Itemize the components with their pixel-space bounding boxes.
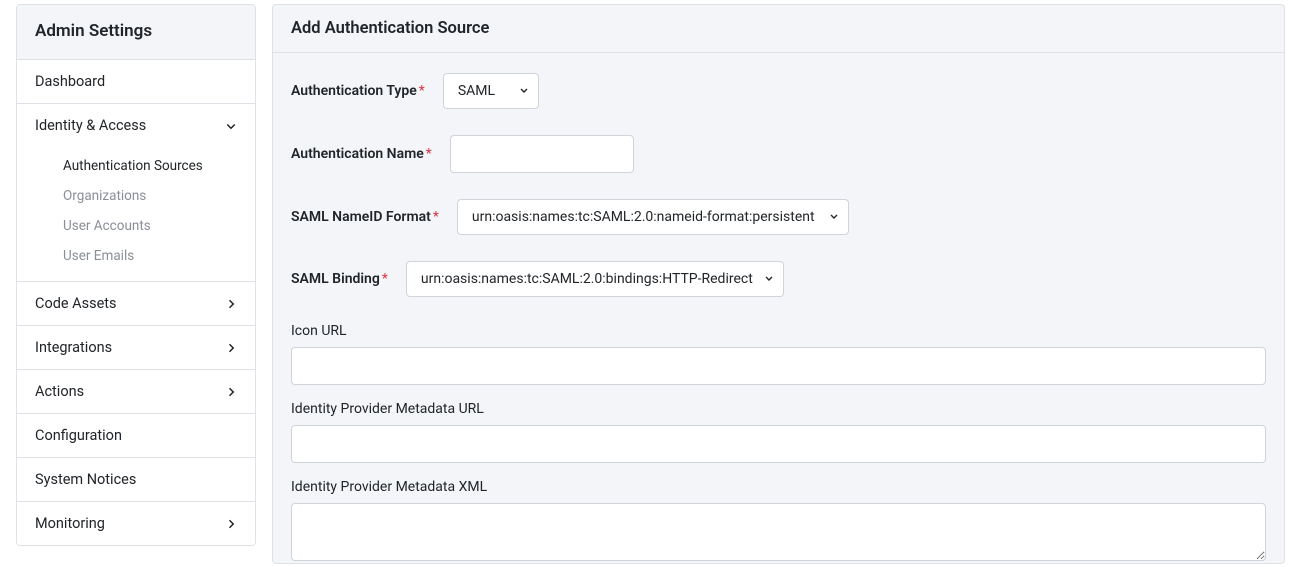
binding-value: urn:oasis:names:tc:SAML:2.0:bindings:HTT…: [421, 271, 753, 287]
caret-down-icon: [520, 88, 528, 94]
sidebar-item-code-assets[interactable]: Code Assets: [17, 282, 255, 326]
sidebar-subitem-organizations[interactable]: Organizations: [17, 181, 255, 211]
required-indicator: *: [382, 271, 388, 287]
caret-down-icon: [765, 276, 773, 282]
icon-url-input[interactable]: [291, 347, 1266, 385]
binding-select[interactable]: urn:oasis:names:tc:SAML:2.0:bindings:HTT…: [406, 261, 784, 297]
field-auth-type: Authentication Type* SAML: [291, 73, 1266, 109]
sidebar-item-label: Code Assets: [35, 295, 117, 312]
sidebar-subitem-user-accounts[interactable]: User Accounts: [17, 211, 255, 241]
binding-label: SAML Binding*: [291, 271, 388, 287]
sidebar-item-configuration[interactable]: Configuration: [17, 414, 255, 458]
sidebar-subitem-auth-sources[interactable]: Authentication Sources: [17, 151, 255, 181]
sidebar-sublist-identity: Authentication Sources Organizations Use…: [17, 147, 255, 282]
chevron-right-icon: [225, 298, 237, 310]
sidebar-item-label: Actions: [35, 383, 84, 400]
idp-metadata-url-label: Identity Provider Metadata URL: [291, 401, 1266, 417]
auth-name-input[interactable]: [450, 135, 634, 173]
field-nameid-format: SAML NameID Format* urn:oasis:names:tc:S…: [291, 199, 1266, 235]
sidebar-item-identity-access[interactable]: Identity & Access: [17, 104, 255, 147]
sidebar-subitem-user-emails[interactable]: User Emails: [17, 241, 255, 271]
sidebar-item-label: Monitoring: [35, 515, 105, 532]
main-panel: Add Authentication Source Authentication…: [272, 4, 1285, 564]
required-indicator: *: [426, 146, 432, 162]
idp-metadata-xml-textarea[interactable]: [291, 503, 1266, 561]
chevron-down-icon: [225, 120, 237, 132]
chevron-right-icon: [225, 518, 237, 530]
sidebar-item-label: Identity & Access: [35, 117, 146, 134]
sidebar-item-integrations[interactable]: Integrations: [17, 326, 255, 370]
required-indicator: *: [433, 209, 439, 225]
caret-down-icon: [830, 214, 838, 220]
sidebar-title: Admin Settings: [17, 5, 255, 60]
nameid-format-select[interactable]: urn:oasis:names:tc:SAML:2.0:nameid-forma…: [457, 199, 849, 235]
idp-metadata-xml-label: Identity Provider Metadata XML: [291, 479, 1266, 495]
field-idp-metadata-url: Identity Provider Metadata URL: [291, 401, 1266, 463]
sidebar-item-actions[interactable]: Actions: [17, 370, 255, 414]
sidebar-item-system-notices[interactable]: System Notices: [17, 458, 255, 502]
page-title: Add Authentication Source: [273, 5, 1284, 53]
auth-type-value: SAML: [458, 83, 495, 99]
sidebar-item-dashboard[interactable]: Dashboard: [17, 60, 255, 104]
auth-type-label: Authentication Type*: [291, 83, 425, 99]
field-auth-name: Authentication Name*: [291, 135, 1266, 173]
nameid-format-label: SAML NameID Format*: [291, 209, 439, 225]
required-indicator: *: [419, 83, 425, 99]
auth-source-form: Authentication Type* SAML Authentication…: [273, 53, 1284, 564]
idp-metadata-url-input[interactable]: [291, 425, 1266, 463]
nameid-format-value: urn:oasis:names:tc:SAML:2.0:nameid-forma…: [472, 209, 815, 225]
auth-type-select[interactable]: SAML: [443, 73, 539, 109]
chevron-right-icon: [225, 386, 237, 398]
auth-name-label: Authentication Name*: [291, 146, 432, 162]
sidebar-item-label: System Notices: [35, 471, 136, 488]
sidebar-item-label: Dashboard: [35, 73, 105, 90]
sidebar-item-label: Configuration: [35, 427, 122, 444]
chevron-right-icon: [225, 342, 237, 354]
sidebar-item-monitoring[interactable]: Monitoring: [17, 502, 255, 545]
icon-url-label: Icon URL: [291, 323, 1266, 339]
field-idp-metadata-xml: Identity Provider Metadata XML: [291, 479, 1266, 564]
sidebar-item-label: Integrations: [35, 339, 112, 356]
sidebar: Admin Settings Dashboard Identity & Acce…: [16, 4, 256, 546]
field-icon-url: Icon URL: [291, 323, 1266, 385]
field-binding: SAML Binding* urn:oasis:names:tc:SAML:2.…: [291, 261, 1266, 297]
